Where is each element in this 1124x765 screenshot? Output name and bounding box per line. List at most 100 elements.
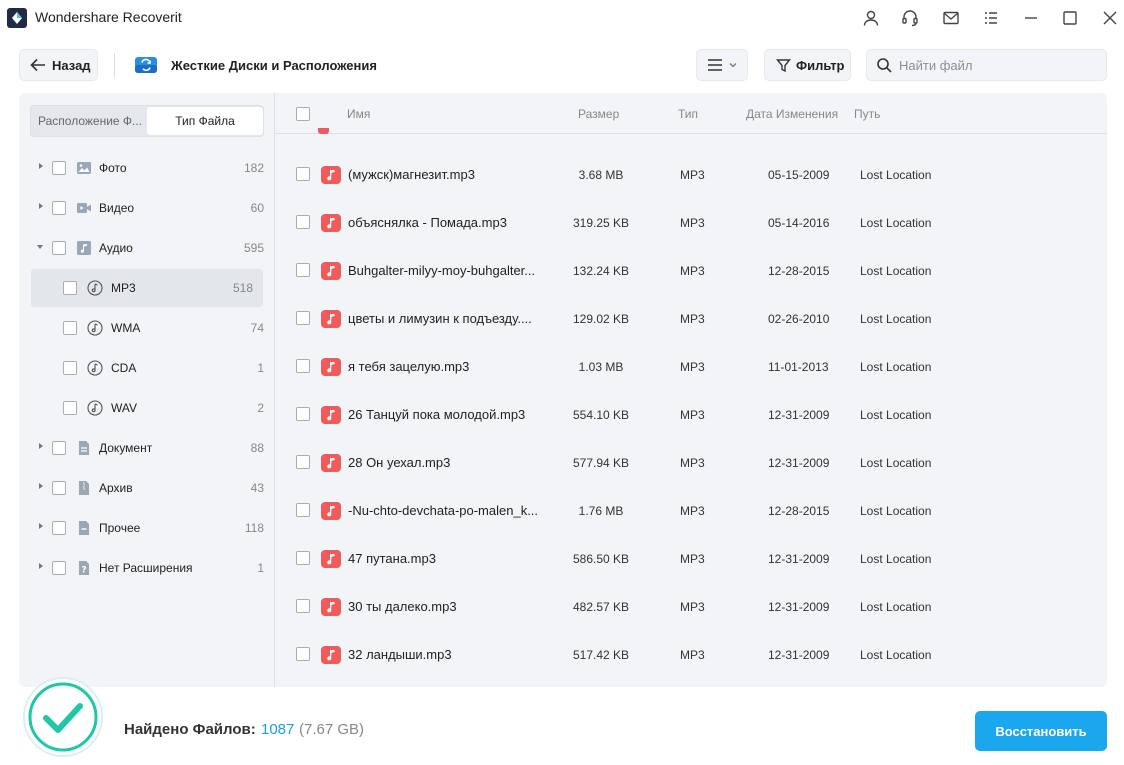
file-size: 517.42 KB [572, 648, 630, 662]
file-date: 12-31-2009 [768, 408, 830, 422]
mp3-file-icon [321, 358, 341, 376]
row-checkbox[interactable] [296, 167, 310, 181]
music-note-icon [87, 280, 103, 296]
tree-item-label: Аудио [99, 241, 133, 255]
tree-item-label: WAV [111, 401, 137, 415]
collapse-arrow-icon[interactable] [37, 245, 43, 249]
checkbox[interactable] [52, 521, 66, 535]
tab-file-type[interactable]: Тип Файла [147, 107, 263, 135]
file-date: 12-28-2015 [768, 264, 830, 278]
tree-item-video[interactable]: Видео 60 [19, 189, 274, 227]
recover-button[interactable]: Восстановить [975, 711, 1107, 751]
table-row[interactable]: 47 путана.mp3 586.50 KB MP3 12-31-2009 L… [275, 535, 1107, 583]
expand-arrow-icon[interactable] [39, 203, 43, 209]
tree-item-no-extension[interactable]: ? Нет Расширения 1 [19, 549, 274, 587]
row-checkbox[interactable] [296, 599, 310, 613]
checkbox[interactable] [52, 441, 66, 455]
column-header-date[interactable]: Дата Изменения [746, 107, 838, 121]
table-row[interactable]: 30 ты далеко.mp3 482.57 KB MP3 12-31-200… [275, 583, 1107, 631]
file-date: 12-31-2009 [768, 552, 830, 566]
row-checkbox[interactable] [296, 359, 310, 373]
menu-list-icon[interactable] [979, 6, 1003, 30]
column-header-name[interactable]: Имя [347, 107, 370, 121]
file-type: MP3 [680, 648, 705, 662]
file-size: 577.94 KB [572, 456, 630, 470]
expand-arrow-icon[interactable] [39, 563, 43, 569]
view-mode-button[interactable] [696, 49, 748, 81]
table-row[interactable]: цветы и лимузин к подъезду.... 129.02 KB… [275, 295, 1107, 343]
tree-item-cda[interactable]: CDA 1 [19, 349, 274, 387]
minimize-icon[interactable] [1019, 6, 1043, 30]
file-path: Lost Location [860, 312, 932, 326]
row-checkbox[interactable] [296, 311, 310, 325]
file-date: 12-28-2015 [768, 504, 830, 518]
support-headset-icon[interactable] [898, 6, 922, 30]
checkbox[interactable] [52, 241, 66, 255]
expand-arrow-icon[interactable] [39, 443, 43, 449]
table-row[interactable]: я тебя зацелую.mp3 1.03 MB MP3 11-01-201… [275, 343, 1107, 391]
expand-arrow-icon[interactable] [39, 523, 43, 529]
search-box[interactable] [866, 49, 1107, 81]
file-type: MP3 [680, 600, 705, 614]
table-row[interactable]: 28 Он уехал.mp3 577.94 KB MP3 12-31-2009… [275, 439, 1107, 487]
close-icon[interactable] [1098, 6, 1122, 30]
file-path: Lost Location [860, 504, 932, 518]
column-header-size[interactable]: Размер [578, 107, 619, 121]
column-header-type[interactable]: Тип [678, 107, 698, 121]
expand-arrow-icon[interactable] [39, 163, 43, 169]
table-row[interactable]: -Nu-chto-devchata-po-malen_k... 1.76 MB … [275, 487, 1107, 535]
tree-item-archive[interactable]: Архив 43 [19, 469, 274, 507]
column-header-path[interactable]: Путь [854, 107, 880, 121]
file-name: цветы и лимузин к подъезду.... [348, 311, 532, 326]
checkbox[interactable] [63, 401, 77, 415]
checkbox[interactable] [52, 201, 66, 215]
tab-file-location[interactable]: Расположение Ф... [32, 107, 148, 135]
file-path: Lost Location [860, 600, 932, 614]
file-type: MP3 [680, 504, 705, 518]
select-all-checkbox[interactable] [296, 107, 310, 121]
tree-item-wma[interactable]: WMA 74 [19, 309, 274, 347]
tree-item-wav[interactable]: WAV 2 [19, 389, 274, 427]
tree-item-count: 595 [243, 241, 264, 255]
tree-item-mp3[interactable]: MP3 518 [31, 269, 263, 307]
tree-item-photo[interactable]: Фото 182 [19, 149, 274, 187]
row-checkbox[interactable] [296, 455, 310, 469]
row-checkbox[interactable] [296, 215, 310, 229]
filter-button[interactable]: Фильтр [764, 49, 851, 81]
search-input[interactable] [899, 57, 1099, 73]
tree-item-count: 1 [257, 361, 264, 375]
file-name: -Nu-chto-devchata-po-malen_k... [348, 503, 539, 518]
table-row[interactable]: объяснялка - Помада.mp3 319.25 KB MP3 05… [275, 199, 1107, 247]
file-type: MP3 [680, 456, 705, 470]
row-checkbox[interactable] [296, 551, 310, 565]
checkbox[interactable] [52, 161, 66, 175]
table-row[interactable]: Buhgalter-milyy-moy-buhgalter... 132.24 … [275, 247, 1107, 295]
table-row[interactable]: 32 ландыши.mp3 517.42 KB MP3 12-31-2009 … [275, 631, 1107, 679]
checkbox[interactable] [63, 361, 77, 375]
location-title: Жесткие Диски и Расположения [171, 58, 377, 73]
tree-item-count: 182 [243, 161, 264, 175]
file-path: Lost Location [860, 456, 932, 470]
checkbox[interactable] [52, 481, 66, 495]
tree-item-other[interactable]: Прочее 118 [19, 509, 274, 547]
maximize-icon[interactable] [1058, 6, 1082, 30]
table-row[interactable]: (мужск)магнезит.mp3 3.68 MB MP3 05-15-20… [275, 151, 1107, 199]
checkbox[interactable] [63, 281, 77, 295]
row-checkbox[interactable] [296, 503, 310, 517]
file-size: 1.76 MB [578, 504, 624, 518]
row-checkbox[interactable] [296, 263, 310, 277]
table-row[interactable]: 26 Танцуй пока молодой.mp3 554.10 KB MP3… [275, 391, 1107, 439]
file-type: MP3 [680, 552, 705, 566]
file-name: 28 Он уехал.mp3 [348, 455, 451, 470]
mail-icon[interactable] [939, 6, 963, 30]
expand-arrow-icon[interactable] [39, 483, 43, 489]
row-checkbox[interactable] [296, 647, 310, 661]
tree-item-audio[interactable]: Аудио 595 [19, 229, 274, 267]
back-button[interactable]: Назад [19, 49, 98, 81]
checkbox[interactable] [52, 561, 66, 575]
scan-complete-check-icon [23, 677, 103, 757]
tree-item-document[interactable]: Документ 88 [19, 429, 274, 467]
row-checkbox[interactable] [296, 407, 310, 421]
account-icon[interactable] [859, 6, 883, 30]
checkbox[interactable] [63, 321, 77, 335]
